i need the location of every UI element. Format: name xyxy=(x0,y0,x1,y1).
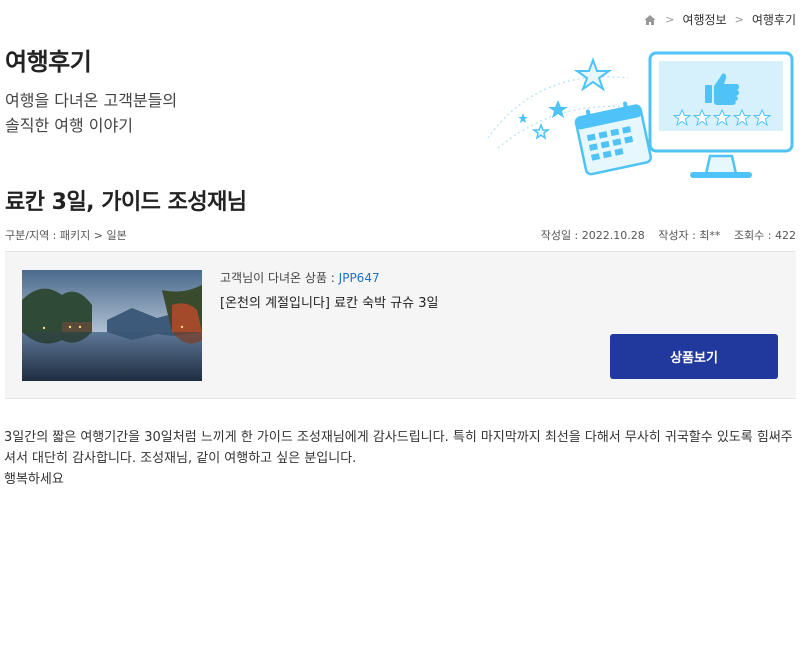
review-paragraph: 행복하세요 xyxy=(4,472,64,487)
post-views: 조회수 : 422 xyxy=(733,229,796,242)
product-code[interactable]: JPP647 xyxy=(339,271,380,285)
breadcrumb-item-travel-info[interactable]: 여행정보 xyxy=(682,11,726,28)
post-category: 구분/지역 : 패키지 > 일본 xyxy=(5,229,127,242)
product-name[interactable]: [온천의 계절입니다] 료칸 숙박 규슈 3일 xyxy=(220,292,438,311)
review-paragraph: 3일간의 짧은 여행기간을 30일처럼 느끼게 한 가이드 조성재님에게 감사드… xyxy=(4,430,793,466)
page-description: 여행을 다녀온 고객분들의 솔직한 여행 이야기 xyxy=(5,88,265,138)
breadcrumb-item-reviews[interactable]: 여행후기 xyxy=(752,11,796,28)
post-author: 작성자 : 최** xyxy=(658,229,721,242)
breadcrumb: > 여행정보 > 여행후기 xyxy=(643,11,796,28)
view-product-button[interactable]: 상품보기 xyxy=(610,334,778,379)
chevron-right-icon: > xyxy=(665,13,675,26)
product-thumbnail[interactable] xyxy=(22,270,202,381)
post-title: 료칸 3일, 가이드 조성재님 xyxy=(5,190,247,215)
post-date: 작성일 : 2022.10.28 xyxy=(540,229,645,242)
review-body: 3일간의 짧은 여행기간을 30일처럼 느끼게 한 가이드 조성재님에게 감사드… xyxy=(4,427,794,490)
page-description-line: 여행을 다녀온 고객분들의 xyxy=(5,91,178,110)
product-label-text: 고객님이 다녀온 상품 : xyxy=(220,271,339,285)
page-title: 여행후기 xyxy=(5,48,92,76)
product-card: 고객님이 다녀온 상품 : JPP647 [온천의 계절입니다] 료칸 숙박 규… xyxy=(5,251,796,399)
home-icon[interactable] xyxy=(643,13,657,27)
page-description-line: 솔직한 여행 이야기 xyxy=(5,116,133,135)
chevron-right-icon: > xyxy=(734,13,744,26)
review-illustration xyxy=(487,51,794,178)
post-meta: 구분/지역 : 패키지 > 일본 작성일 : 2022.10.28 작성자 : … xyxy=(5,227,796,243)
product-label: 고객님이 다녀온 상품 : JPP647 xyxy=(220,269,380,286)
